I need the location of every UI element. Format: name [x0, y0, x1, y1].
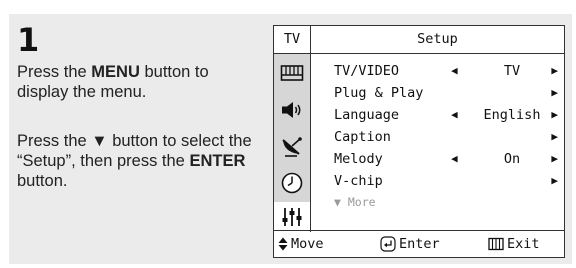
picture-icon[interactable] — [277, 58, 307, 88]
exit-label: Exit — [507, 236, 540, 252]
menu-item-label: Language — [334, 107, 400, 123]
more-indicator[interactable]: ▼ More — [311, 191, 564, 213]
exit-menu-icon — [488, 237, 504, 251]
menu-item-value: English — [483, 107, 541, 123]
move-label: Move — [291, 236, 324, 252]
menu-item-caption[interactable]: Caption ▶ — [311, 126, 564, 148]
sound-icon[interactable] — [277, 95, 307, 125]
source-label: TV — [274, 26, 311, 53]
setup-menu-list: TV/VIDEO ◀ TV ▶ Plug & Play ▶ Language ◀… — [311, 56, 564, 231]
menu-item-plug-and-play[interactable]: Plug & Play ▶ — [311, 82, 564, 104]
left-arrow-icon: ◀ — [451, 108, 458, 121]
tv-osd-menu: TV Setup TV/VIDEO ◀ TV ▶ Plug & Play ▶ L… — [273, 25, 565, 258]
menu-item-label: Plug & Play — [334, 85, 424, 101]
menu-item-label: Melody — [334, 151, 383, 167]
instruction-text: button. — [17, 172, 68, 190]
menu-item-melody[interactable]: Melody ◀ On ▶ — [311, 148, 564, 170]
step-number: 1 — [17, 21, 40, 59]
menu-item-label: Caption — [334, 129, 391, 145]
menu-button-label: MENU — [91, 63, 140, 81]
setup-sliders-icon[interactable] — [274, 202, 310, 232]
clock-icon[interactable] — [277, 168, 307, 198]
menu-item-tv-video[interactable]: TV/VIDEO ◀ TV ▶ — [311, 60, 564, 82]
footer-enter: Enter — [380, 231, 440, 257]
right-arrow-icon: ▶ — [551, 64, 558, 77]
osd-footer: Move Enter Exit — [274, 230, 564, 257]
left-arrow-icon: ◀ — [451, 152, 458, 165]
instruction-step-enter: Press the ▼ button to select the “Setup”… — [17, 131, 257, 191]
enter-label: Enter — [399, 236, 440, 252]
osd-sidebar — [274, 54, 311, 232]
enter-button-label: ENTER — [189, 152, 246, 170]
more-label: ▼ More — [334, 195, 376, 209]
menu-item-language[interactable]: Language ◀ English ▶ — [311, 104, 564, 126]
enter-icon — [380, 236, 396, 252]
menu-item-v-chip[interactable]: V-chip ▶ — [311, 170, 564, 192]
right-arrow-icon: ▶ — [551, 130, 558, 143]
right-arrow-icon: ▶ — [551, 108, 558, 121]
menu-item-label: V-chip — [334, 173, 383, 189]
channel-antenna-icon[interactable] — [277, 132, 307, 162]
footer-exit: Exit — [488, 231, 540, 257]
osd-header: TV Setup — [274, 26, 564, 54]
left-arrow-icon: ◀ — [451, 64, 458, 77]
menu-item-value: On — [503, 151, 521, 167]
instruction-text: Press the — [17, 63, 92, 81]
right-arrow-icon: ▶ — [551, 174, 558, 187]
footer-move: Move — [278, 231, 324, 257]
instruction-step-menu: Press the MENU button to display the men… — [17, 62, 257, 102]
right-arrow-icon: ▶ — [551, 152, 558, 165]
menu-item-label: TV/VIDEO — [334, 63, 400, 79]
menu-item-value: TV — [503, 63, 521, 79]
right-arrow-icon: ▶ — [551, 86, 558, 99]
up-down-arrow-icon — [278, 237, 288, 251]
menu-title: Setup — [417, 31, 458, 47]
